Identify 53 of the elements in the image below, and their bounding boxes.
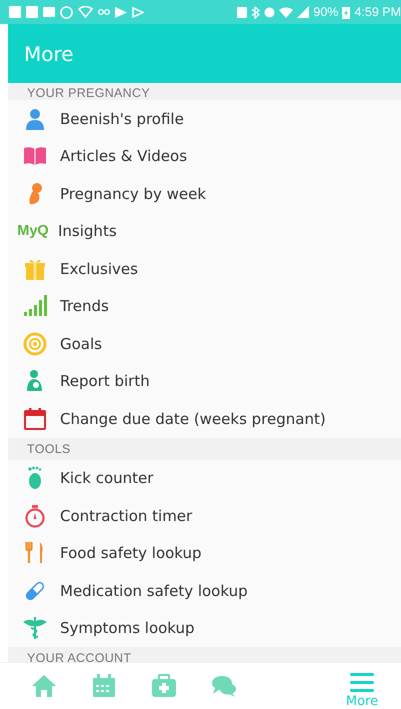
menu-item-label: Insights: [58, 222, 117, 240]
menu-item[interactable]: Pregnancy by week: [8, 175, 401, 212]
voicemail-icon: [98, 9, 110, 15]
menu-item[interactable]: Kick counter: [8, 460, 401, 497]
menu-item-label: Pregnancy by week: [60, 184, 206, 203]
signal-icon: [297, 6, 310, 18]
menu-item[interactable]: Report birth: [8, 362, 401, 400]
menu-item-label: Report birth: [60, 372, 150, 390]
menu-item[interactable]: Goals: [8, 325, 401, 362]
calendar-icon: [91, 674, 117, 698]
menu-item-label: Kick counter: [60, 469, 154, 488]
menu-item-label: Symptoms lookup: [60, 619, 195, 638]
menu-item-label: Beenish's profile: [60, 110, 184, 128]
battery-percent: 90%: [313, 5, 338, 19]
menu-item[interactable]: Medication safety lookup: [8, 572, 401, 610]
menu-item-label: Change due date (weeks pregnant): [60, 410, 326, 428]
menu-item-label: Exclusives: [60, 260, 138, 278]
logo-text: MyQ: [16, 223, 50, 240]
menu-item-label: Food safety lookup: [60, 544, 202, 562]
menu-item[interactable]: MyQ Insights: [8, 212, 401, 250]
menu-item[interactable]: Exclusives: [8, 250, 401, 288]
section-title: TOOLS: [27, 442, 71, 456]
play-icon: [132, 6, 144, 18]
menu-item[interactable]: Symptoms lookup: [8, 610, 401, 647]
caduceus-icon: [23, 616, 47, 640]
calendar-icon: [23, 406, 47, 431]
menu-item[interactable]: Trends: [8, 288, 401, 325]
medical-kit-icon: [151, 674, 177, 698]
bars-icon: [23, 294, 47, 318]
play-icon: [115, 6, 127, 18]
menu-item[interactable]: Contraction timer: [8, 497, 401, 534]
clock: 4:59 PM: [354, 5, 401, 19]
screen-title: More: [24, 42, 74, 66]
menu-item-label: Trends: [60, 297, 109, 316]
menu-item[interactable]: Beenish's profile: [8, 100, 401, 138]
wifi-icon: [279, 6, 294, 18]
home-icon: [31, 674, 57, 698]
chat-icon: [211, 674, 237, 698]
person-icon: [23, 106, 47, 131]
section-title: YOUR ACCOUNT: [27, 651, 132, 662]
menu-item-label: Goals: [60, 334, 102, 353]
battery-icon: [342, 6, 350, 18]
menu-item[interactable]: Articles & Videos: [8, 138, 401, 175]
wifi-icon: [78, 6, 93, 18]
bluetooth-icon: [251, 6, 260, 18]
section-title: YOUR PREGNANCY: [27, 86, 150, 100]
menu-item[interactable]: Food safety lookup: [8, 534, 401, 572]
target-icon: [23, 332, 47, 356]
menu-item[interactable]: Change due date (weeks pregnant): [8, 400, 401, 438]
menu-item-label: Contraction timer: [60, 506, 192, 525]
menu-item-label: Medication safety lookup: [60, 582, 248, 600]
stopwatch-icon: [23, 504, 47, 528]
menu-item-label: Articles & Videos: [60, 147, 188, 166]
